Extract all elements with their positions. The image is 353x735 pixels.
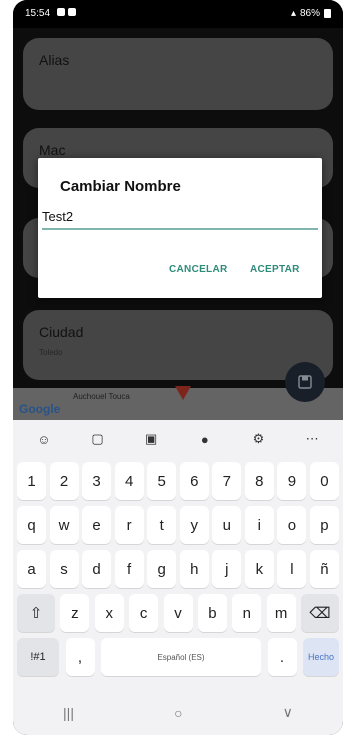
key[interactable]: v bbox=[163, 594, 193, 632]
key[interactable]: 5 bbox=[147, 462, 177, 500]
status-right: ▴ 86% bbox=[291, 8, 331, 19]
key[interactable]: x bbox=[94, 594, 124, 632]
text-icon[interactable]: ▣ bbox=[137, 425, 165, 453]
key[interactable]: 6 bbox=[179, 462, 209, 500]
shift-key[interactable]: ⇧ bbox=[17, 594, 55, 632]
key[interactable]: j bbox=[212, 550, 242, 588]
status-bar: 15:54 ▴ 86% bbox=[13, 0, 343, 28]
letter-row-3: ⇧ z x c v b n m ⌫ bbox=[17, 594, 339, 632]
key[interactable]: 1 bbox=[17, 462, 46, 500]
keyboard: ☺ ▢ ▣ ● ⚙ ⋯ 1 2 3 4 5 6 7 8 9 0 q w e r … bbox=[13, 420, 343, 690]
status-time: 15:54 bbox=[25, 8, 51, 19]
key[interactable]: q bbox=[17, 506, 46, 544]
key[interactable]: e bbox=[82, 506, 112, 544]
number-row: 1 2 3 4 5 6 7 8 9 0 bbox=[17, 462, 339, 500]
space-key[interactable]: Español (ES) bbox=[101, 638, 261, 676]
key[interactable]: h bbox=[179, 550, 209, 588]
accept-button[interactable]: ACEPTAR bbox=[250, 264, 300, 275]
recents-icon[interactable]: ||| bbox=[63, 705, 74, 721]
backspace-icon: ⌫ bbox=[309, 605, 331, 622]
rename-dialog: Cambiar Nombre Test2 CANCELAR ACEPTAR bbox=[38, 158, 322, 298]
mic-icon[interactable]: ● bbox=[191, 425, 219, 453]
keyboard-toolbar: ☺ ▢ ▣ ● ⚙ ⋯ bbox=[13, 420, 343, 458]
navigation-bar: ||| ○ ∨ bbox=[13, 690, 343, 735]
backspace-key[interactable]: ⌫ bbox=[301, 594, 339, 632]
key[interactable]: z bbox=[60, 594, 90, 632]
key[interactable]: 4 bbox=[114, 462, 144, 500]
battery-icon bbox=[324, 9, 331, 18]
key[interactable]: o bbox=[277, 506, 307, 544]
name-input[interactable]: Test2 bbox=[42, 206, 318, 230]
status-notification-icons bbox=[57, 8, 76, 16]
key[interactable]: n bbox=[232, 594, 262, 632]
key[interactable]: d bbox=[82, 550, 112, 588]
key[interactable]: 0 bbox=[309, 462, 339, 500]
more-icon[interactable]: ⋯ bbox=[298, 425, 326, 453]
key[interactable]: 8 bbox=[244, 462, 274, 500]
symbols-key[interactable]: !#1 bbox=[17, 638, 59, 676]
cancel-button[interactable]: CANCELAR bbox=[169, 264, 228, 275]
bottom-row: !#1 , Español (ES) . Hecho bbox=[17, 638, 339, 676]
key[interactable]: y bbox=[179, 506, 209, 544]
period-key[interactable]: . bbox=[267, 638, 297, 676]
key[interactable]: s bbox=[49, 550, 79, 588]
shift-icon: ⇧ bbox=[29, 605, 43, 622]
emoji-icon[interactable]: ☺ bbox=[30, 425, 58, 453]
key[interactable]: u bbox=[212, 506, 242, 544]
key[interactable]: k bbox=[244, 550, 274, 588]
key[interactable]: r bbox=[114, 506, 144, 544]
clipboard-icon[interactable]: ▢ bbox=[83, 425, 111, 453]
key[interactable]: g bbox=[147, 550, 177, 588]
letter-row-1: q w e r t y u i o p bbox=[17, 506, 339, 544]
key[interactable]: ñ bbox=[309, 550, 339, 588]
key[interactable]: 2 bbox=[49, 462, 79, 500]
home-icon[interactable]: ○ bbox=[174, 705, 182, 721]
key[interactable]: c bbox=[129, 594, 159, 632]
phone-screen: 15:54 ▴ 86% Alias Mac Ciudad Toledo Goog… bbox=[13, 0, 343, 735]
key[interactable]: f bbox=[114, 550, 144, 588]
battery-text: 86% bbox=[299, 8, 320, 19]
back-icon[interactable]: ∨ bbox=[283, 704, 293, 721]
comma-key[interactable]: , bbox=[65, 638, 95, 676]
key[interactable]: 3 bbox=[82, 462, 112, 500]
key[interactable]: l bbox=[277, 550, 307, 588]
key[interactable]: t bbox=[147, 506, 177, 544]
done-key[interactable]: Hecho bbox=[303, 638, 339, 676]
key[interactable]: 9 bbox=[277, 462, 307, 500]
key[interactable]: a bbox=[17, 550, 46, 588]
dialog-title: Cambiar Nombre bbox=[60, 178, 181, 195]
key[interactable]: w bbox=[49, 506, 79, 544]
signal-icon: ▴ bbox=[290, 8, 296, 19]
key[interactable]: b bbox=[197, 594, 227, 632]
letter-row-2: a s d f g h j k l ñ bbox=[17, 550, 339, 588]
key[interactable]: m bbox=[266, 594, 296, 632]
key[interactable]: p bbox=[309, 506, 339, 544]
settings-icon[interactable]: ⚙ bbox=[244, 425, 272, 453]
key[interactable]: 7 bbox=[212, 462, 242, 500]
key[interactable]: i bbox=[244, 506, 274, 544]
